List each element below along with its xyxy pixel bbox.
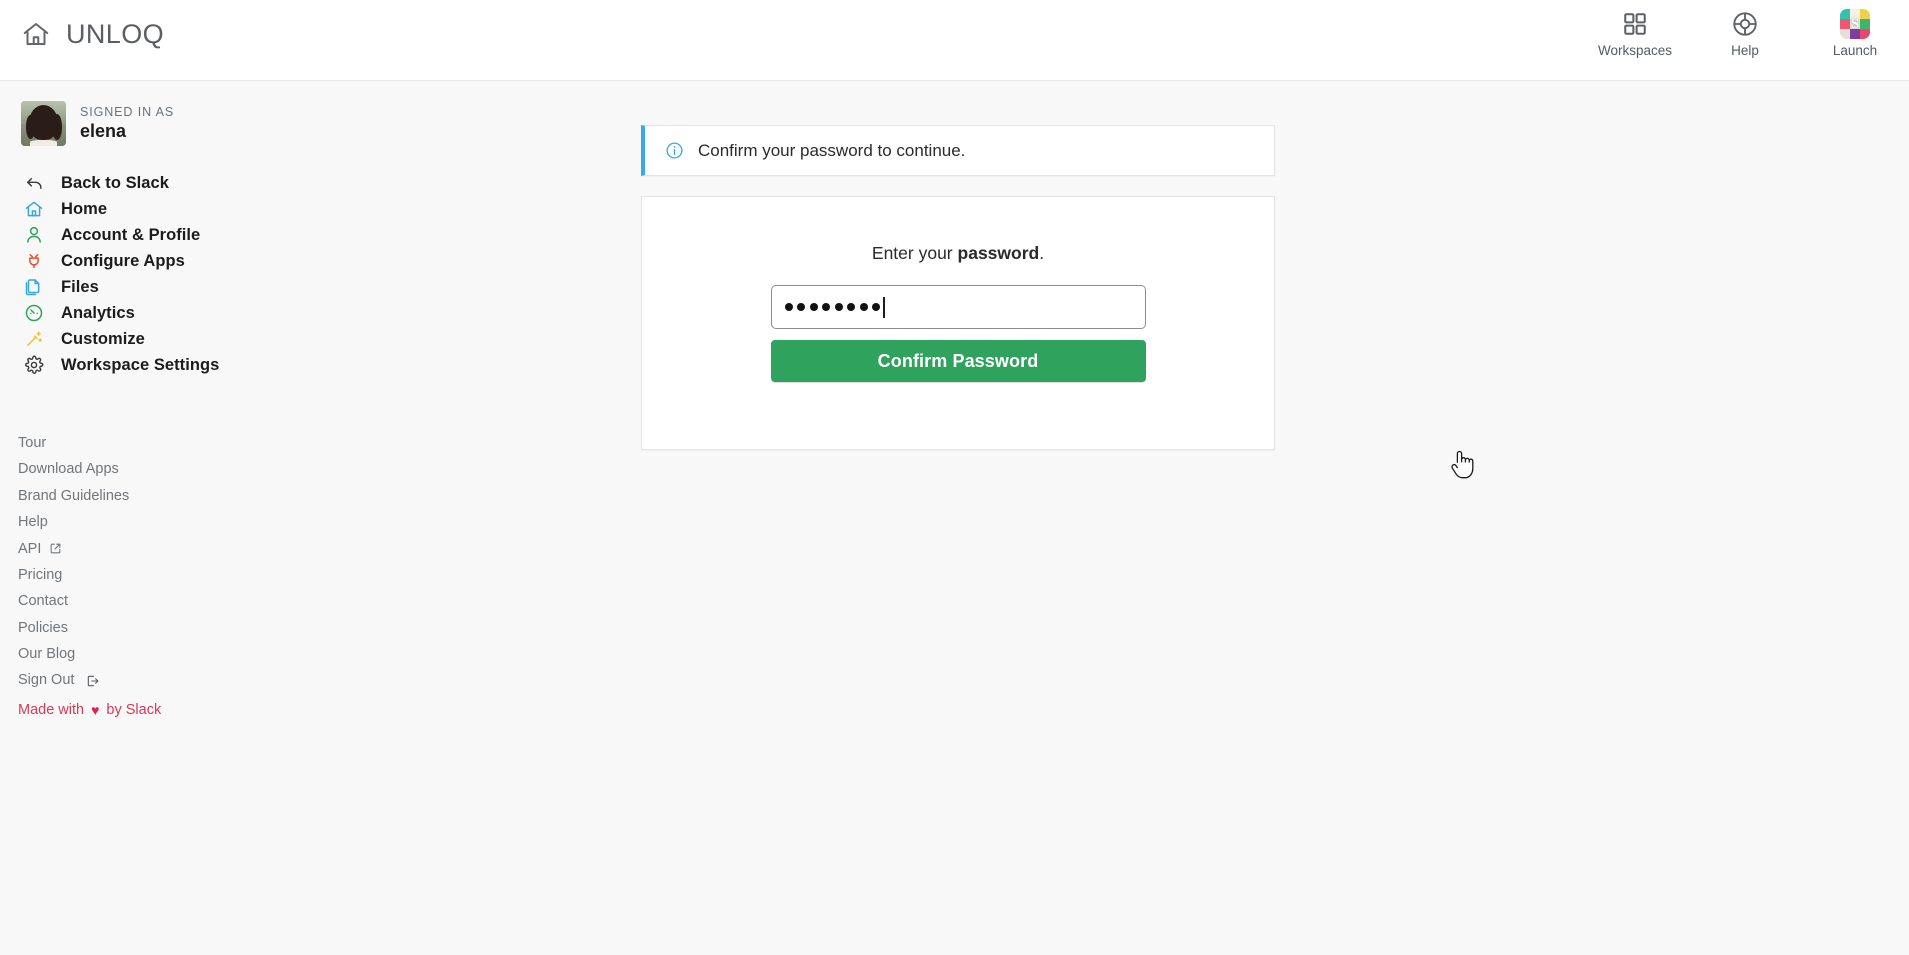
files-icon [23,276,45,298]
sidebar-item-files[interactable]: Files [21,274,320,300]
footer-link-brand-guidelines[interactable]: Brand Guidelines [18,483,320,509]
launch-glyph: S [1850,15,1860,32]
sidebar: SIGNED IN AS elena Back to Slack Home Ac… [0,81,320,955]
info-circle-icon [665,141,684,160]
signed-in-username: elena [80,121,127,141]
workspaces-label: Workspaces [1597,43,1673,58]
password-input[interactable] [770,285,1146,329]
help-button[interactable]: Help [1709,9,1781,58]
heart-icon: ♥ [91,701,100,718]
sidebar-item-back-to-slack[interactable]: Back to Slack [21,170,320,196]
plug-icon [23,250,45,272]
top-header: UNLOQ Workspaces Help S Launch [0,0,1909,81]
made-with-suffix: by Slack [106,701,162,718]
info-alert: Confirm your password to continue. [641,125,1275,176]
workspaces-button[interactable]: Workspaces [1597,9,1673,58]
footer-link-label: Brand Guidelines [18,487,130,504]
footer-link-our-blog[interactable]: Our Blog [18,641,320,667]
footer-link-help[interactable]: Help [18,509,320,535]
text-caret [883,297,885,318]
lifebuoy-icon [1731,9,1759,39]
footer-link-api[interactable]: API [18,536,320,562]
sidebar-label: Configure Apps [61,251,185,270]
sidebar-label: Account & Profile [61,225,201,244]
sidebar-label: Home [61,199,108,218]
sidebar-item-workspace-settings[interactable]: Workspace Settings [21,352,320,378]
sidebar-item-home[interactable]: Home [21,196,320,222]
magic-wand-icon [23,328,45,350]
signed-in-caption: SIGNED IN AS [80,105,175,119]
sidebar-label: Customize [61,329,145,348]
sidebar-footer-links: Tour Download Apps Brand Guidelines Help… [18,430,320,694]
mouse-cursor-pointer [1450,449,1476,488]
header-actions: Workspaces Help S Launch [1597,9,1891,58]
signed-in-block[interactable]: SIGNED IN AS elena [21,101,320,146]
footer-link-label: Pricing [18,566,63,583]
footer-link-label: Help [18,514,48,531]
brand-home-link[interactable]: UNLOQ [21,18,164,50]
sidebar-label: Workspace Settings [61,355,220,374]
slack-app-icon: S [1840,9,1870,39]
footer-link-policies[interactable]: Policies [18,615,320,641]
footer-link-label: Contact [18,593,68,610]
alert-message: Confirm your password to continue. [698,140,966,160]
help-label: Help [1731,43,1759,58]
footer-link-tour[interactable]: Tour [18,430,320,456]
footer-link-download-apps[interactable]: Download Apps [18,456,320,482]
sidebar-label: Back to Slack [61,173,169,192]
form-title-strong: password [957,243,1040,263]
sidebar-label: Files [61,277,99,296]
sidebar-item-analytics[interactable]: Analytics [21,300,320,326]
footer-link-label: Tour [18,434,47,451]
made-with-slack: Made with ♥ by Slack [18,702,320,718]
footer-link-label: Policies [18,619,68,636]
brand-name: UNLOQ [66,18,165,49]
home-icon [23,198,45,220]
gauge-icon [23,302,45,324]
main-content: Confirm your password to continue. Enter… [320,81,1909,955]
home-icon [21,18,51,50]
footer-link-sign-out[interactable]: Sign Out [18,668,320,694]
form-title-prefix: Enter your [871,243,958,263]
confirm-password-card: Enter your password. Confirm Password [641,196,1275,450]
made-with-prefix: Made with [18,701,85,718]
footer-link-label: Download Apps [18,461,119,478]
form-title: Enter your password. [642,243,1274,264]
avatar [21,101,66,146]
footer-link-label: Our Blog [18,646,76,663]
person-icon [23,224,45,246]
sign-out-icon [86,674,100,688]
password-field-wrapper [770,285,1146,329]
sidebar-nav: Back to Slack Home Account & Profile Con… [0,170,320,378]
sidebar-item-configure-apps[interactable]: Configure Apps [21,248,320,274]
footer-link-label: Sign Out [18,672,75,689]
form-title-suffix: . [1039,243,1045,263]
grid-icon [1622,9,1648,39]
footer-link-label: API [18,540,42,557]
launch-button[interactable]: S Launch [1819,9,1891,58]
footer-link-contact[interactable]: Contact [18,588,320,614]
sidebar-label: Analytics [61,303,135,322]
gear-icon [23,354,45,376]
footer-link-pricing[interactable]: Pricing [18,562,320,588]
sidebar-item-account-profile[interactable]: Account & Profile [21,222,320,248]
confirm-password-button[interactable]: Confirm Password [770,340,1146,382]
sidebar-item-customize[interactable]: Customize [21,326,320,352]
launch-label: Launch [1832,43,1878,58]
back-arrow-icon [23,172,45,194]
external-link-icon [49,542,62,555]
